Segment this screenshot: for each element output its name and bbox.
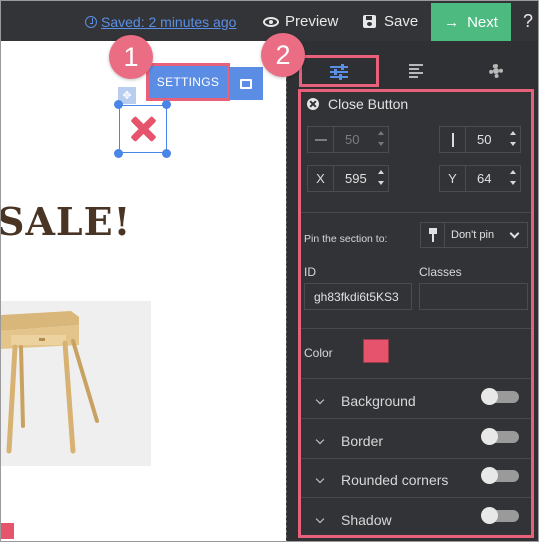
resize-handle-bottom-right[interactable] xyxy=(162,149,171,158)
text-align-icon xyxy=(409,64,423,78)
app-window: Saved: 2 minutes ago Preview Save → Next… xyxy=(0,0,539,542)
top-bar: Saved: 2 minutes ago Preview Save → Next… xyxy=(1,1,538,41)
height-input[interactable]: 50 xyxy=(466,126,521,153)
eye-icon xyxy=(263,16,279,27)
close-x-icon[interactable] xyxy=(129,115,157,143)
close-circle-icon xyxy=(307,98,319,110)
tab-advanced[interactable] xyxy=(456,55,536,87)
product-image xyxy=(1,301,151,466)
width-arrows-icon xyxy=(307,126,334,153)
save-label: Save xyxy=(384,13,419,30)
pink-block xyxy=(1,523,14,539)
chevron-down-icon xyxy=(315,435,325,445)
pin-select-value: Don't pin xyxy=(451,229,495,241)
classes-label: Classes xyxy=(419,265,462,279)
divider xyxy=(301,418,531,419)
divider xyxy=(301,212,531,213)
sale-headline: SALE! xyxy=(1,199,132,244)
section-rounded-corners[interactable]: Rounded corners xyxy=(301,461,531,500)
y-stepper[interactable] xyxy=(510,170,516,188)
id-label: ID xyxy=(304,265,316,279)
resize-handle-bottom-left[interactable] xyxy=(114,149,123,158)
arrow-right-icon: → xyxy=(444,13,460,31)
chevron-down-icon xyxy=(315,474,325,484)
divider xyxy=(301,328,531,329)
gear-icon xyxy=(489,64,503,78)
chevron-down-icon xyxy=(509,228,520,238)
section-label: Shadow xyxy=(341,512,392,528)
layers-icon xyxy=(240,78,252,89)
width-input[interactable]: 50 xyxy=(334,126,389,153)
step-badge-2: 2 xyxy=(261,33,305,77)
x-label: X xyxy=(307,165,334,192)
y-input[interactable]: 64 xyxy=(466,165,521,192)
y-label: Y xyxy=(439,165,466,192)
step-badge-1: 1 xyxy=(109,35,153,79)
height-field: 50 xyxy=(439,126,521,153)
section-border[interactable]: Border xyxy=(301,422,531,461)
help-button[interactable]: ? xyxy=(523,11,533,32)
pin-select[interactable]: Don't pin xyxy=(420,222,528,248)
saved-status-link[interactable]: Saved: 2 minutes ago xyxy=(85,14,236,30)
sliders-icon xyxy=(330,64,348,80)
x-stepper[interactable] xyxy=(378,170,384,188)
shadow-toggle[interactable] xyxy=(481,507,519,524)
next-label: Next xyxy=(467,13,498,31)
height-stepper[interactable] xyxy=(510,131,516,149)
x-field: X 595 xyxy=(307,165,389,192)
history-icon xyxy=(85,16,97,28)
section-shadow[interactable]: Shadow xyxy=(301,501,531,535)
divider xyxy=(301,497,531,498)
preview-button[interactable]: Preview xyxy=(263,13,338,30)
layers-button[interactable] xyxy=(229,67,263,100)
element-title: Close Button xyxy=(307,96,408,112)
panel-edge xyxy=(286,41,287,541)
side-table-illustration xyxy=(1,301,151,466)
divider xyxy=(301,458,531,459)
preview-label: Preview xyxy=(285,13,339,30)
resize-handle-top-left[interactable] xyxy=(114,100,123,109)
next-button[interactable]: → Next xyxy=(431,3,511,41)
settings-form: Close Button 50 50 X 595 Y 64 Pin the se… xyxy=(298,89,534,538)
pin-icon xyxy=(421,223,445,247)
classes-input[interactable] xyxy=(419,283,528,310)
rounded-corners-toggle[interactable] xyxy=(481,467,519,484)
saved-status-text: Saved: 2 minutes ago xyxy=(101,14,237,30)
id-input[interactable]: gh83fkdi6t5KS3 xyxy=(304,283,412,310)
section-background[interactable]: Background xyxy=(301,382,531,421)
section-label: Background xyxy=(341,393,416,409)
x-input[interactable]: 595 xyxy=(334,165,389,192)
background-toggle[interactable] xyxy=(481,388,519,405)
element-title-text: Close Button xyxy=(328,96,409,112)
color-label: Color xyxy=(304,346,333,360)
settings-button[interactable]: SETTINGS xyxy=(146,63,230,101)
border-toggle[interactable] xyxy=(481,428,519,445)
tab-settings[interactable] xyxy=(299,55,379,87)
floppy-disk-icon xyxy=(363,15,376,28)
section-label: Border xyxy=(341,433,384,449)
color-swatch[interactable] xyxy=(363,339,389,363)
section-label: Rounded corners xyxy=(341,472,449,488)
panel-tabs xyxy=(296,55,536,87)
resize-handle-top-right[interactable] xyxy=(162,100,171,109)
divider xyxy=(301,378,531,379)
width-stepper[interactable] xyxy=(378,131,384,149)
pin-label: Pin the section to: xyxy=(304,233,388,245)
height-arrows-icon xyxy=(439,126,466,153)
tab-text[interactable] xyxy=(376,55,456,87)
chevron-down-icon xyxy=(315,514,325,524)
save-button[interactable]: Save xyxy=(363,13,418,30)
y-field: Y 64 xyxy=(439,165,521,192)
width-field: 50 xyxy=(307,126,389,153)
chevron-down-icon xyxy=(315,395,325,405)
